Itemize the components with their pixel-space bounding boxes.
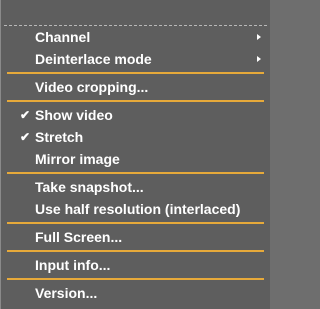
menu-item-mirror-image[interactable]: Mirror image [4, 148, 267, 170]
menu-item-take-snapshot[interactable]: Take snapshot... [4, 176, 267, 198]
check-icon: ✔ [19, 108, 31, 122]
menu-item-stretch[interactable]: ✔ Stretch [4, 126, 267, 148]
menu-item-label: Mirror image [35, 151, 120, 167]
check-icon: ✔ [19, 130, 31, 144]
menu-item-channel[interactable]: Channel [4, 26, 267, 48]
menu-item-half-resolution[interactable]: Use half resolution (interlaced) [4, 198, 267, 220]
menu-group: Input info... [4, 254, 267, 276]
menu-group: Full Screen... [4, 226, 267, 248]
menu-item-label: Stretch [35, 129, 84, 145]
menu-item-label: Full Screen... [35, 229, 123, 245]
menu-item-label: Use half resolution (interlaced) [35, 201, 241, 217]
context-menu: Channel Deinterlace mode Video cropping.… [0, 0, 270, 309]
menu-separator [7, 100, 264, 102]
menu-item-label: Show video [35, 107, 113, 123]
submenu-arrow-icon [257, 34, 261, 40]
menu-item-label: Version... [35, 285, 98, 301]
menu-top-edge [4, 0, 267, 26]
menu-item-label: Input info... [35, 257, 111, 273]
menu-group: ✔ Show video ✔ Stretch Mirror image [4, 104, 267, 170]
menu-separator [7, 72, 264, 74]
menu-item-video-cropping[interactable]: Video cropping... [4, 76, 267, 98]
menu-group: Channel Deinterlace mode [4, 26, 267, 70]
menu-separator [7, 222, 264, 224]
menu-group: Version... [4, 282, 267, 304]
menu-group: Take snapshot... Use half resolution (in… [4, 176, 267, 220]
menu-group: Video cropping... [4, 76, 267, 98]
menu-item-input-info[interactable]: Input info... [4, 254, 267, 276]
submenu-arrow-icon [257, 56, 261, 62]
menu-separator [7, 172, 264, 174]
menu-item-deinterlace-mode[interactable]: Deinterlace mode [4, 48, 267, 70]
menu-item-full-screen[interactable]: Full Screen... [4, 226, 267, 248]
menu-separator [7, 250, 264, 252]
menu-item-version[interactable]: Version... [4, 282, 267, 304]
menu-item-show-video[interactable]: ✔ Show video [4, 104, 267, 126]
menu-item-label: Deinterlace mode [35, 51, 152, 67]
menu-item-label: Video cropping... [35, 79, 149, 95]
menu-separator [7, 278, 264, 280]
menu-item-label: Channel [35, 29, 91, 45]
menu-item-label: Take snapshot... [35, 179, 144, 195]
